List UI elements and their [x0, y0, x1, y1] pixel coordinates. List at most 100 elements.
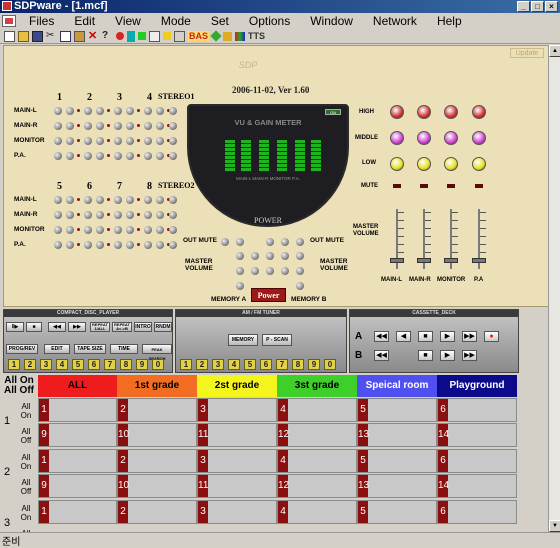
- deck-a-button-0[interactable]: ◀◀: [374, 331, 389, 342]
- cd-number-button-7[interactable]: 7: [104, 359, 116, 370]
- cd-repeat-all-button[interactable]: REPEAT 1/ALL: [90, 322, 110, 332]
- channel-knob-1-0-0[interactable]: [54, 196, 62, 204]
- zone-header-0[interactable]: ALL: [38, 375, 117, 397]
- document-icon[interactable]: [2, 15, 16, 27]
- menu-mode[interactable]: Mode: [151, 14, 201, 28]
- channel-knob-b-1-1-0[interactable]: [66, 211, 74, 219]
- deck-a-button-3[interactable]: ▶: [440, 331, 455, 342]
- channel-knob-1-3-2[interactable]: [114, 241, 122, 249]
- zone-row-all-on-3[interactable]: All On: [16, 504, 36, 522]
- delete-icon[interactable]: ✕: [88, 30, 99, 42]
- master-knob-2[interactable]: [266, 238, 274, 246]
- eq-knob-middle-3[interactable]: [472, 131, 486, 145]
- channel-knob-1-2-2[interactable]: [114, 226, 122, 234]
- eq-knob-middle-2[interactable]: [444, 131, 458, 145]
- channel-knob-1-1-0[interactable]: [54, 211, 62, 219]
- zone-cell-1-off-1[interactable]: 10: [117, 423, 197, 447]
- channel-knob-1-0-2[interactable]: [114, 196, 122, 204]
- channel-knob-b-0-0-0[interactable]: [66, 107, 74, 115]
- zone-cell-1-on-4[interactable]: 5: [357, 398, 437, 422]
- channel-knob-b-1-3-1[interactable]: [96, 241, 104, 249]
- tuner-number-button-1[interactable]: 1: [180, 359, 192, 370]
- cd-number-button-0[interactable]: 0: [152, 359, 164, 370]
- master-knob-13[interactable]: [281, 267, 289, 275]
- zone-cell-1-off-0[interactable]: 9: [38, 423, 117, 447]
- master-knob-15[interactable]: [236, 282, 244, 290]
- channel-knob-0-0-2[interactable]: [114, 107, 122, 115]
- zone-cell-1-on-5[interactable]: 6: [437, 398, 517, 422]
- eq-knob-high-2[interactable]: [444, 105, 458, 119]
- zone-cell-2-off-0[interactable]: 9: [38, 474, 117, 498]
- channel-knob-1-0-3[interactable]: [144, 196, 152, 204]
- channel-knob-b-0-1-3[interactable]: [156, 122, 164, 130]
- deck-a-button-2[interactable]: ■: [418, 331, 433, 342]
- stereo-knob-1-3[interactable]: [169, 241, 177, 249]
- tuner-memory-button[interactable]: MEMORY: [228, 334, 258, 346]
- master-knob-1[interactable]: [236, 238, 244, 246]
- cd-number-button-4[interactable]: 4: [56, 359, 68, 370]
- mute-indicator-0[interactable]: [393, 184, 401, 188]
- channel-knob-b-1-1-3[interactable]: [156, 211, 164, 219]
- master-knob-10[interactable]: [236, 267, 244, 275]
- menu-window[interactable]: Window: [300, 14, 363, 28]
- copy-icon[interactable]: [60, 30, 71, 42]
- zone-header-5[interactable]: Playground: [437, 375, 517, 397]
- help-icon[interactable]: ?: [102, 30, 113, 42]
- channel-knob-b-0-0-1[interactable]: [96, 107, 104, 115]
- zone-header-2[interactable]: 2st grade: [197, 375, 277, 397]
- master-knob-8[interactable]: [281, 252, 289, 260]
- mute-indicator-2[interactable]: [447, 184, 455, 188]
- eq-knob-low-3[interactable]: [472, 157, 486, 171]
- channel-knob-b-1-2-1[interactable]: [96, 226, 104, 234]
- channel-knob-b-0-3-0[interactable]: [66, 152, 74, 160]
- vertical-scrollbar[interactable]: ▲ ▼: [548, 45, 560, 532]
- channel-knob-b-0-2-0[interactable]: [66, 137, 74, 145]
- new-file-icon[interactable]: [4, 30, 15, 42]
- master-knob-0[interactable]: [221, 238, 229, 246]
- menu-network[interactable]: Network: [363, 14, 427, 28]
- channel-knob-b-0-0-3[interactable]: [156, 107, 164, 115]
- channel-knob-b-1-2-0[interactable]: [66, 226, 74, 234]
- zone-cell-3-on-0[interactable]: 1: [38, 500, 117, 524]
- channel-knob-1-2-3[interactable]: [144, 226, 152, 234]
- fader-handle-3[interactable]: [472, 258, 486, 263]
- cd-number-button-2[interactable]: 2: [24, 359, 36, 370]
- channel-knob-0-0-0[interactable]: [54, 107, 62, 115]
- stereo-knob-0-0[interactable]: [169, 107, 177, 115]
- cd-time-button[interactable]: TIME: [110, 344, 138, 354]
- channel-knob-b-1-0-1[interactable]: [96, 196, 104, 204]
- eq-knob-low-1[interactable]: [417, 157, 431, 171]
- scroll-down-button[interactable]: ▼: [549, 520, 560, 532]
- channel-knob-b-1-1-2[interactable]: [126, 211, 134, 219]
- zone-cell-3-on-1[interactable]: 2: [117, 500, 197, 524]
- channel-knob-b-0-3-2[interactable]: [126, 152, 134, 160]
- paste-icon[interactable]: [74, 30, 85, 42]
- cd-peak-search-button[interactable]: PEAK SEARCH: [142, 344, 172, 361]
- cd-number-button-6[interactable]: 6: [88, 359, 100, 370]
- master-knob-7[interactable]: [266, 252, 274, 260]
- channel-knob-0-2-0[interactable]: [54, 137, 62, 145]
- maximize-button[interactable]: □: [531, 1, 544, 12]
- zone-header-4[interactable]: Speical room: [357, 375, 437, 397]
- channel-knob-b-0-3-1[interactable]: [96, 152, 104, 160]
- zone-row-all-off-1[interactable]: All Off: [16, 427, 36, 445]
- menu-edit[interactable]: Edit: [64, 14, 105, 28]
- channel-knob-b-0-1-0[interactable]: [66, 122, 74, 130]
- master-knob-9[interactable]: [296, 252, 304, 260]
- channel-knob-0-2-1[interactable]: [84, 137, 92, 145]
- tuner-number-button-3[interactable]: 3: [212, 359, 224, 370]
- channel-knob-0-1-1[interactable]: [84, 122, 92, 130]
- eq-knob-low-0[interactable]: [390, 157, 404, 171]
- tuner-number-button-2[interactable]: 2: [196, 359, 208, 370]
- channel-knob-1-3-3[interactable]: [144, 241, 152, 249]
- close-button[interactable]: ×: [545, 1, 558, 12]
- stereo-knob-1-0[interactable]: [169, 196, 177, 204]
- channel-knob-1-0-1[interactable]: [84, 196, 92, 204]
- cd-number-button-1[interactable]: 1: [8, 359, 20, 370]
- deck-b-button-3[interactable]: ▶▶: [462, 350, 477, 361]
- tuner-number-button-9[interactable]: 9: [308, 359, 320, 370]
- mute-indicator-3[interactable]: [475, 184, 483, 188]
- channel-knob-b-0-2-3[interactable]: [156, 137, 164, 145]
- channel-knob-b-1-3-2[interactable]: [126, 241, 134, 249]
- eq-knob-middle-0[interactable]: [390, 131, 404, 145]
